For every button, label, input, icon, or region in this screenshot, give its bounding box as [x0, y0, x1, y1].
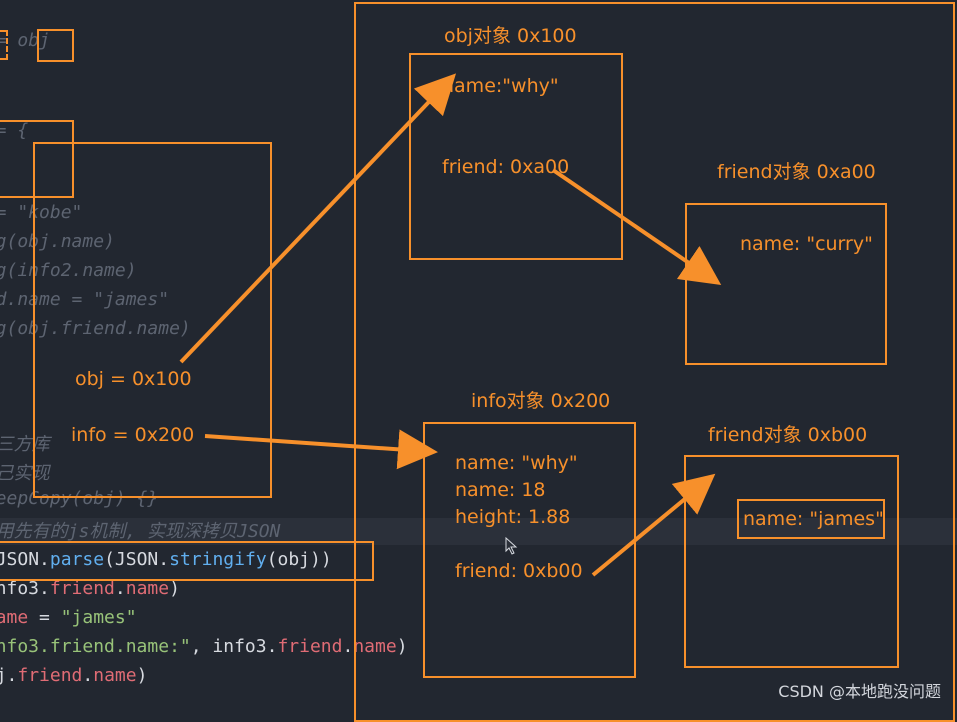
- arrow-obj-to-obj-object: [179, 73, 457, 364]
- arrow-info-to-info-object: [204, 429, 438, 470]
- arrow-obj-friend-to-a00: [551, 168, 722, 286]
- arrow-info-friend-to-b00: [591, 473, 716, 577]
- mouse-cursor-icon: [505, 537, 518, 555]
- reference-arrows: [179, 73, 722, 577]
- watermark: CSDN @本地跑没问题: [778, 682, 941, 701]
